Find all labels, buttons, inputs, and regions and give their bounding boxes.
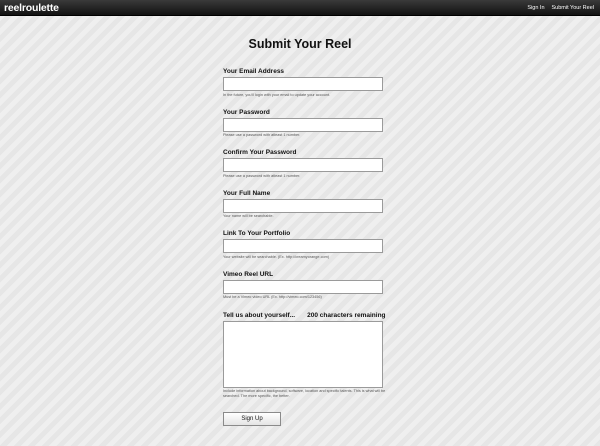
about-label-text: Tell us about yourself... bbox=[223, 312, 296, 319]
password-field[interactable] bbox=[223, 118, 383, 132]
full-name-help: Your name will be searchable. bbox=[223, 214, 274, 218]
password-help: Please use a password with atleast 1 num… bbox=[223, 133, 301, 137]
vimeo-label: Vimeo Reel URL bbox=[223, 271, 274, 278]
email-label: Your Email Address bbox=[223, 68, 285, 75]
email-help: In the future, you'll login with your em… bbox=[223, 93, 331, 97]
vimeo-field[interactable] bbox=[223, 280, 383, 294]
character-counter: 200 characters remaining bbox=[307, 312, 386, 319]
confirm-password-field[interactable] bbox=[223, 158, 383, 172]
page-title: Submit Your Reel bbox=[248, 37, 352, 51]
top-bar: reelroulette Sign In Submit Your Reel bbox=[0, 0, 600, 16]
full-name-field[interactable] bbox=[223, 199, 383, 213]
top-nav: Sign In Submit Your Reel bbox=[520, 0, 594, 16]
portfolio-field[interactable] bbox=[223, 239, 383, 253]
about-help: Include information about background, so… bbox=[223, 389, 386, 398]
sign-up-button[interactable]: Sign Up bbox=[223, 412, 281, 426]
site-logo[interactable]: reelroulette bbox=[4, 1, 59, 15]
confirm-password-label: Confirm Your Password bbox=[223, 149, 297, 156]
about-label: Tell us about yourself... 200 characters … bbox=[223, 312, 386, 320]
full-name-label: Your Full Name bbox=[223, 190, 271, 197]
portfolio-help: Your website will be searchable. (Ex. ht… bbox=[223, 255, 330, 259]
email-field[interactable] bbox=[223, 77, 383, 91]
portfolio-label: Link To Your Portfolio bbox=[223, 230, 291, 237]
sign-in-link[interactable]: Sign In bbox=[527, 5, 544, 11]
confirm-password-help: Please use a password with atleast 1 num… bbox=[223, 174, 301, 178]
password-label: Your Password bbox=[223, 109, 270, 116]
vimeo-help: Must be a Vimeo video URL (Ex. http://vi… bbox=[223, 295, 322, 299]
about-textarea[interactable] bbox=[223, 321, 383, 388]
submit-reel-link[interactable]: Submit Your Reel bbox=[552, 5, 595, 11]
